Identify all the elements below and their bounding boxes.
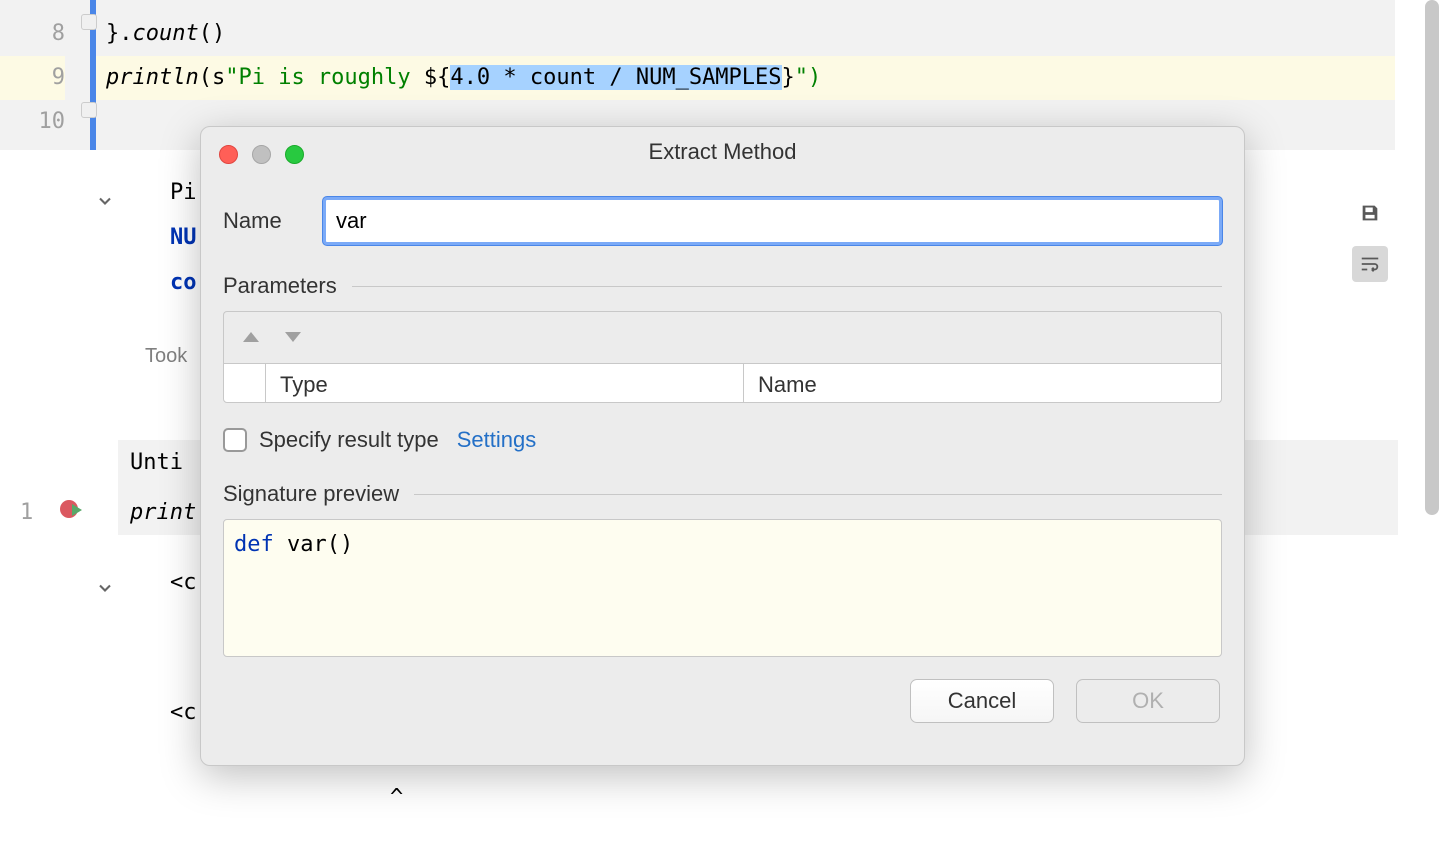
fold-marker-icon[interactable] [81, 14, 97, 30]
editor-toolbar [1352, 195, 1392, 297]
fragment-text: Unti [130, 450, 183, 475]
maximize-window-button[interactable] [285, 145, 304, 164]
close-window-button[interactable] [219, 145, 238, 164]
ok-button[interactable]: OK [1076, 679, 1220, 723]
preview-paren: () [327, 532, 354, 557]
code-text: } [782, 65, 795, 90]
parameters-label: Parameters [223, 273, 337, 299]
code-paren: () [199, 21, 226, 46]
fragment-text: NU [170, 225, 197, 250]
dialog-titlebar[interactable]: Extract Method [201, 127, 1244, 177]
signature-label: Signature preview [223, 481, 399, 507]
table-header-type[interactable]: Type [266, 364, 744, 402]
save-button[interactable] [1352, 195, 1388, 231]
fragment-text: Pi [170, 180, 197, 205]
code-text: ${ [424, 65, 451, 90]
save-icon [1359, 202, 1381, 224]
scrollbar-thumb[interactable] [1425, 0, 1439, 515]
fold-marker-icon[interactable] [81, 102, 97, 118]
table-checkbox-column [224, 364, 266, 402]
chevron-down-icon[interactable] [95, 191, 115, 211]
divider [352, 286, 1222, 287]
settings-link[interactable]: Settings [457, 427, 537, 453]
gutter-line-9: 9 [0, 56, 65, 100]
dialog-title: Extract Method [201, 139, 1244, 165]
code-text: }. [106, 21, 133, 46]
signature-header: Signature preview [223, 481, 1222, 507]
run-triangle-icon [72, 504, 82, 516]
specify-result-checkbox[interactable] [223, 428, 247, 452]
code-string: ") [795, 65, 822, 90]
signature-preview: def var() [223, 519, 1222, 657]
wrap-icon [1359, 253, 1381, 275]
gutter-line-8: 8 [0, 12, 65, 56]
name-row: Name [223, 197, 1222, 245]
move-down-button[interactable] [284, 330, 302, 346]
window-controls [219, 145, 304, 164]
cancel-button[interactable]: Cancel [910, 679, 1054, 723]
fragment-text: <c [170, 700, 197, 725]
fragment-text: Took [145, 345, 187, 368]
triangle-down-icon [284, 331, 302, 343]
code-selection[interactable]: 4.0 * count / NUM_SAMPLES [450, 65, 781, 90]
fragment-text: <c [170, 570, 197, 595]
dialog-body: Name Parameters Type Name Specify result… [201, 177, 1244, 743]
parameters-header: Parameters [223, 273, 1222, 299]
extract-method-dialog: Extract Method Name Parameters Type Name [200, 126, 1245, 766]
editor-gutter: 8 9 10 [0, 0, 90, 150]
preview-keyword: def [234, 532, 287, 557]
specify-result-row: Specify result type Settings [223, 427, 1222, 453]
code-line-8[interactable]: }.count() [96, 12, 1395, 56]
preview-name: var [287, 532, 327, 557]
code-text: (s [199, 65, 226, 90]
dialog-buttons: Cancel OK [223, 679, 1222, 723]
minimize-window-button[interactable] [252, 145, 271, 164]
gutter-line-1: 1 [20, 500, 33, 525]
code-func: println [106, 65, 199, 90]
chevron-down-icon[interactable] [95, 578, 115, 598]
soft-wrap-button[interactable] [1352, 246, 1388, 282]
name-input[interactable] [323, 197, 1222, 245]
code-line-9[interactable]: println(s"Pi is roughly ${4.0 * count / … [96, 56, 1395, 100]
divider [414, 494, 1222, 495]
parameters-table[interactable]: Type Name [223, 363, 1222, 403]
parameters-toolbar [223, 311, 1222, 363]
code-method: count [133, 21, 199, 46]
gutter-error-icon[interactable] [60, 500, 84, 524]
fragment-text: ^ [390, 785, 403, 810]
name-label: Name [223, 208, 293, 234]
scrollbar-track[interactable] [1422, 0, 1442, 530]
fragment-text: co [170, 270, 197, 295]
fragment-text: print [130, 500, 196, 525]
move-up-button[interactable] [242, 330, 260, 346]
code-string: "Pi is roughly [225, 65, 424, 90]
gutter-line-10: 10 [0, 100, 65, 144]
table-header-name[interactable]: Name [744, 364, 1221, 402]
triangle-up-icon [242, 331, 260, 343]
specify-result-label: Specify result type [259, 427, 439, 453]
